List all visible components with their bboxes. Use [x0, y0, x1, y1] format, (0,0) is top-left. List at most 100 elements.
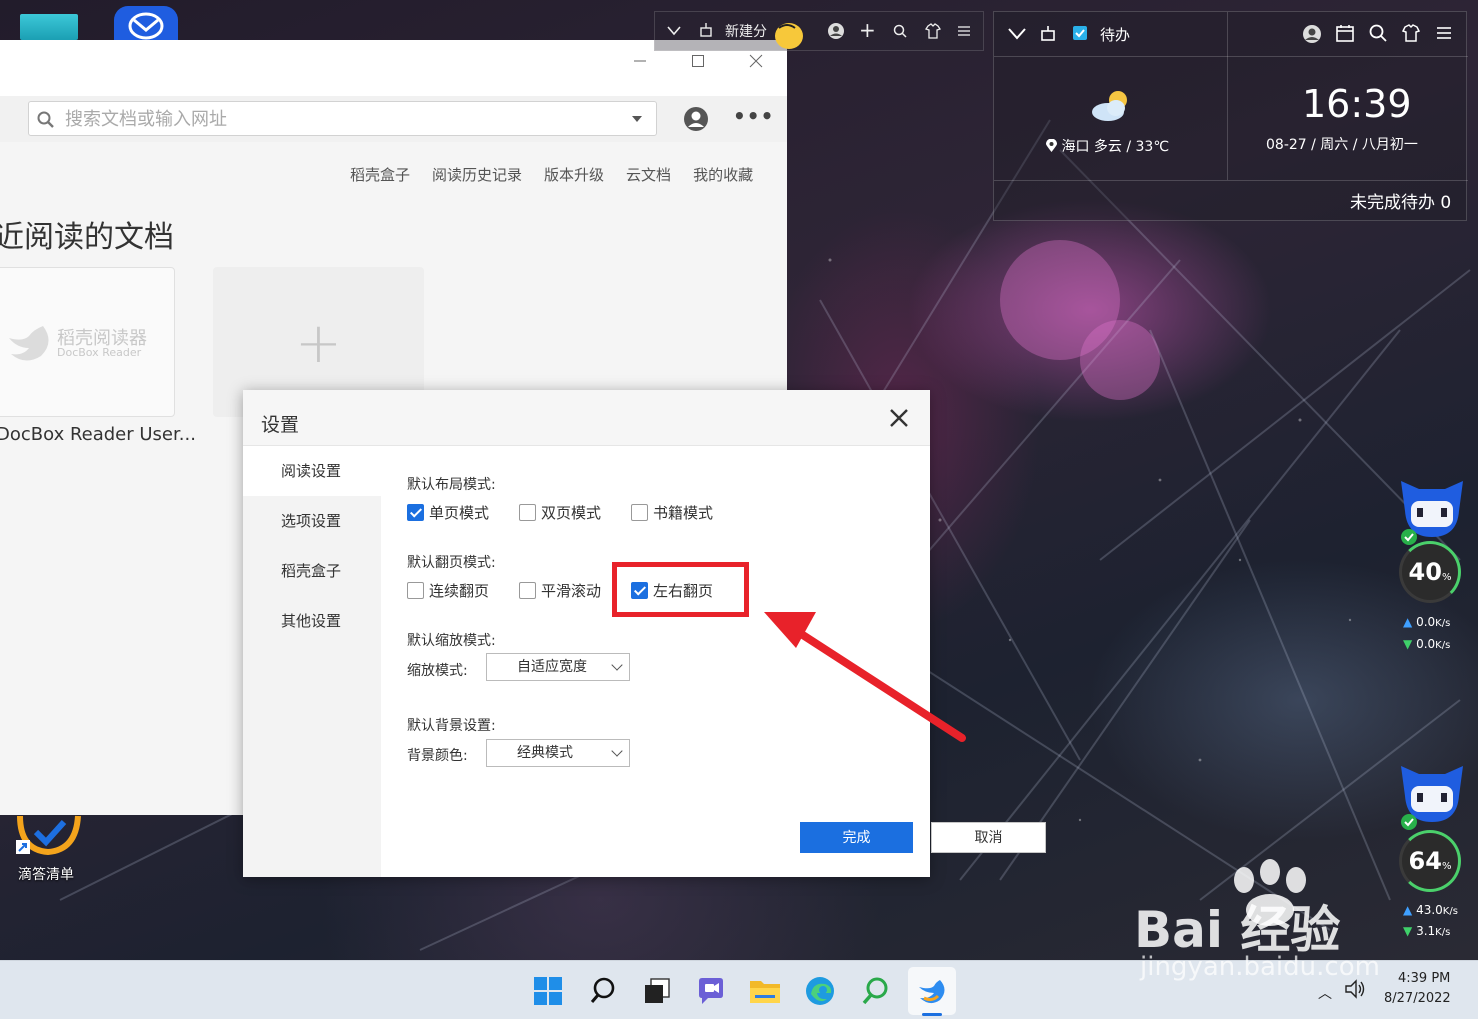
taskbar-task-view[interactable] [637, 971, 677, 1011]
checkbox-checked-icon[interactable] [407, 504, 424, 521]
calendar-icon[interactable] [1336, 24, 1354, 42]
task-view-icon [645, 978, 670, 1003]
magnifier-app-icon [862, 977, 888, 1005]
search-input[interactable] [65, 106, 605, 132]
done-button[interactable]: 完成 [800, 822, 913, 853]
pin-icon[interactable] [699, 22, 713, 38]
book-mode-checkbox[interactable]: 书籍模式 [631, 502, 713, 523]
search-dropdown-icon[interactable] [632, 116, 642, 122]
top-nav: 稻壳盒子 阅读历史记录 版本升级 云文档 我的收藏 [350, 164, 775, 188]
nav-link-history[interactable]: 阅读历史记录 [432, 164, 522, 188]
user-icon[interactable] [1302, 24, 1322, 44]
todo-label[interactable]: 待办 [1100, 24, 1130, 45]
chevron-down-icon [611, 659, 623, 671]
desktop-widget-panel: 待办 海口 多云 / 33℃ 16:39 08-27 / 周六 / 八月初一 未… [993, 11, 1468, 221]
dialog-header: 设置 [243, 390, 930, 446]
checkbox-icon[interactable] [407, 582, 424, 599]
chevron-down-icon [611, 745, 623, 757]
net-monitor-widget[interactable]: 40% ▲ 0.0K/s ▼ 0.0K/s [1393, 475, 1469, 665]
checkbox-icon[interactable] [631, 504, 648, 521]
cpu-ring: 40% [1399, 541, 1461, 603]
sidebar-item-daoke-box[interactable]: 稻壳盒子 [243, 546, 381, 596]
search-icon[interactable] [1369, 24, 1387, 42]
settings-content: 默认布局模式: 单页模式 双页模式 书籍模式 默认翻页模式: 连续翻页 平滑滚动… [381, 446, 1046, 877]
nav-link-upgrade[interactable]: 版本升级 [544, 164, 604, 188]
chat-icon [699, 978, 723, 1004]
page-mode-label: 默认翻页模式: [407, 555, 496, 571]
taskbar-file-explorer[interactable] [745, 971, 785, 1011]
continuous-page-checkbox[interactable]: 连续翻页 [407, 580, 489, 601]
zoom-mode-select[interactable]: 自适应宽度 [486, 653, 630, 681]
recent-doc-name[interactable]: DocBox Reader User... [0, 424, 196, 445]
start-button[interactable] [528, 971, 568, 1011]
widget-toolbar: 新建分 + [654, 11, 984, 51]
search-icon [590, 977, 615, 1003]
desktop-app-icon[interactable] [114, 6, 178, 40]
menu-icon[interactable] [957, 25, 971, 37]
desktop-shortcut-icon[interactable] [20, 14, 78, 40]
desktop-shortcut-didi[interactable]: 滴答清单 [14, 812, 84, 883]
shirt-icon[interactable] [925, 23, 941, 39]
didi-label: 滴答清单 [18, 867, 74, 883]
pin-icon[interactable] [1040, 25, 1056, 42]
volume-icon[interactable] [1344, 979, 1366, 999]
bg-color-field-label: 背景颜色: [407, 748, 468, 764]
taskbar: ︿ 4:39 PM 8/27/2022 [0, 960, 1478, 1019]
edge-icon [806, 977, 834, 1005]
doc-card-brand-en: DocBox Reader [57, 346, 142, 359]
clock-time: 16:39 [1302, 82, 1412, 126]
taskbar-edge[interactable] [800, 971, 840, 1011]
taskbar-teams[interactable] [691, 971, 731, 1011]
sidebar-item-options[interactable]: 选项设置 [243, 496, 381, 546]
more-menu-icon[interactable]: ••• [733, 104, 774, 128]
nav-link-daoke-box[interactable]: 稻壳盒子 [350, 164, 410, 188]
sidebar-item-other[interactable]: 其他设置 [243, 596, 381, 646]
tray-overflow-chevron-icon[interactable]: ︿ [1318, 983, 1332, 1003]
docbox-reader-icon [919, 980, 945, 1004]
search-box[interactable] [28, 101, 657, 136]
section-title: 近阅读的文档 [0, 220, 174, 255]
nav-link-favorites[interactable]: 我的收藏 [693, 164, 753, 188]
checkbox-icon[interactable] [519, 504, 536, 521]
background-label: 默认背景设置: [407, 718, 496, 734]
tray-date[interactable]: 8/27/2022 [1384, 991, 1451, 1006]
close-icon[interactable] [885, 404, 913, 432]
user-icon[interactable] [827, 22, 845, 40]
chevron-down-icon[interactable] [667, 26, 681, 36]
menu-icon[interactable] [1436, 26, 1452, 40]
zoom-mode-label: 默认缩放模式: [407, 633, 496, 649]
tray-time[interactable]: 4:39 PM [1398, 971, 1450, 986]
divider [994, 180, 1468, 181]
taskbar-docbox-reader[interactable] [912, 971, 952, 1011]
smooth-scroll-checkbox[interactable]: 平滑滚动 [519, 580, 601, 601]
close-icon [749, 54, 763, 68]
dialog-title: 设置 [261, 414, 300, 436]
chevron-down-icon[interactable] [1008, 28, 1026, 40]
widget-new-label[interactable]: 新建分 [725, 21, 767, 41]
single-page-checkbox[interactable]: 单页模式 [407, 502, 489, 523]
add-icon: + [295, 311, 342, 376]
download-speed: ▼ 0.0K/s [1403, 637, 1451, 651]
double-page-checkbox[interactable]: 双页模式 [519, 502, 601, 523]
taskbar-search[interactable] [583, 971, 623, 1011]
usage-percent: 64% [1408, 847, 1452, 875]
todo-count[interactable]: 未完成待办 0 [1350, 188, 1451, 213]
didi-icon [16, 815, 81, 856]
net-monitor-widget[interactable]: 64% ▲ 43.0K/s ▼ 3.1K/s [1393, 760, 1469, 950]
taskbar-search-app[interactable] [855, 971, 895, 1011]
mascot-icon [1401, 766, 1463, 830]
address-row: ••• [0, 96, 787, 142]
checkbox-icon[interactable] [519, 582, 536, 599]
annotation-highlight-box [612, 562, 749, 617]
search-icon[interactable] [893, 24, 907, 38]
shirt-icon[interactable] [1402, 24, 1420, 42]
plus-icon[interactable]: + [859, 18, 876, 42]
cancel-button[interactable]: 取消 [931, 822, 1046, 853]
recent-doc-card[interactable]: 稻壳阅读器 DocBox Reader [0, 267, 175, 417]
weather-text: 海口 多云 / 33℃ [1046, 136, 1169, 156]
divider [994, 56, 1468, 57]
sidebar-item-reading[interactable]: 阅读设置 [243, 446, 381, 496]
user-avatar-icon[interactable] [683, 106, 709, 132]
nav-link-cloud-docs[interactable]: 云文档 [626, 164, 671, 188]
bg-color-select[interactable]: 经典模式 [486, 739, 630, 767]
